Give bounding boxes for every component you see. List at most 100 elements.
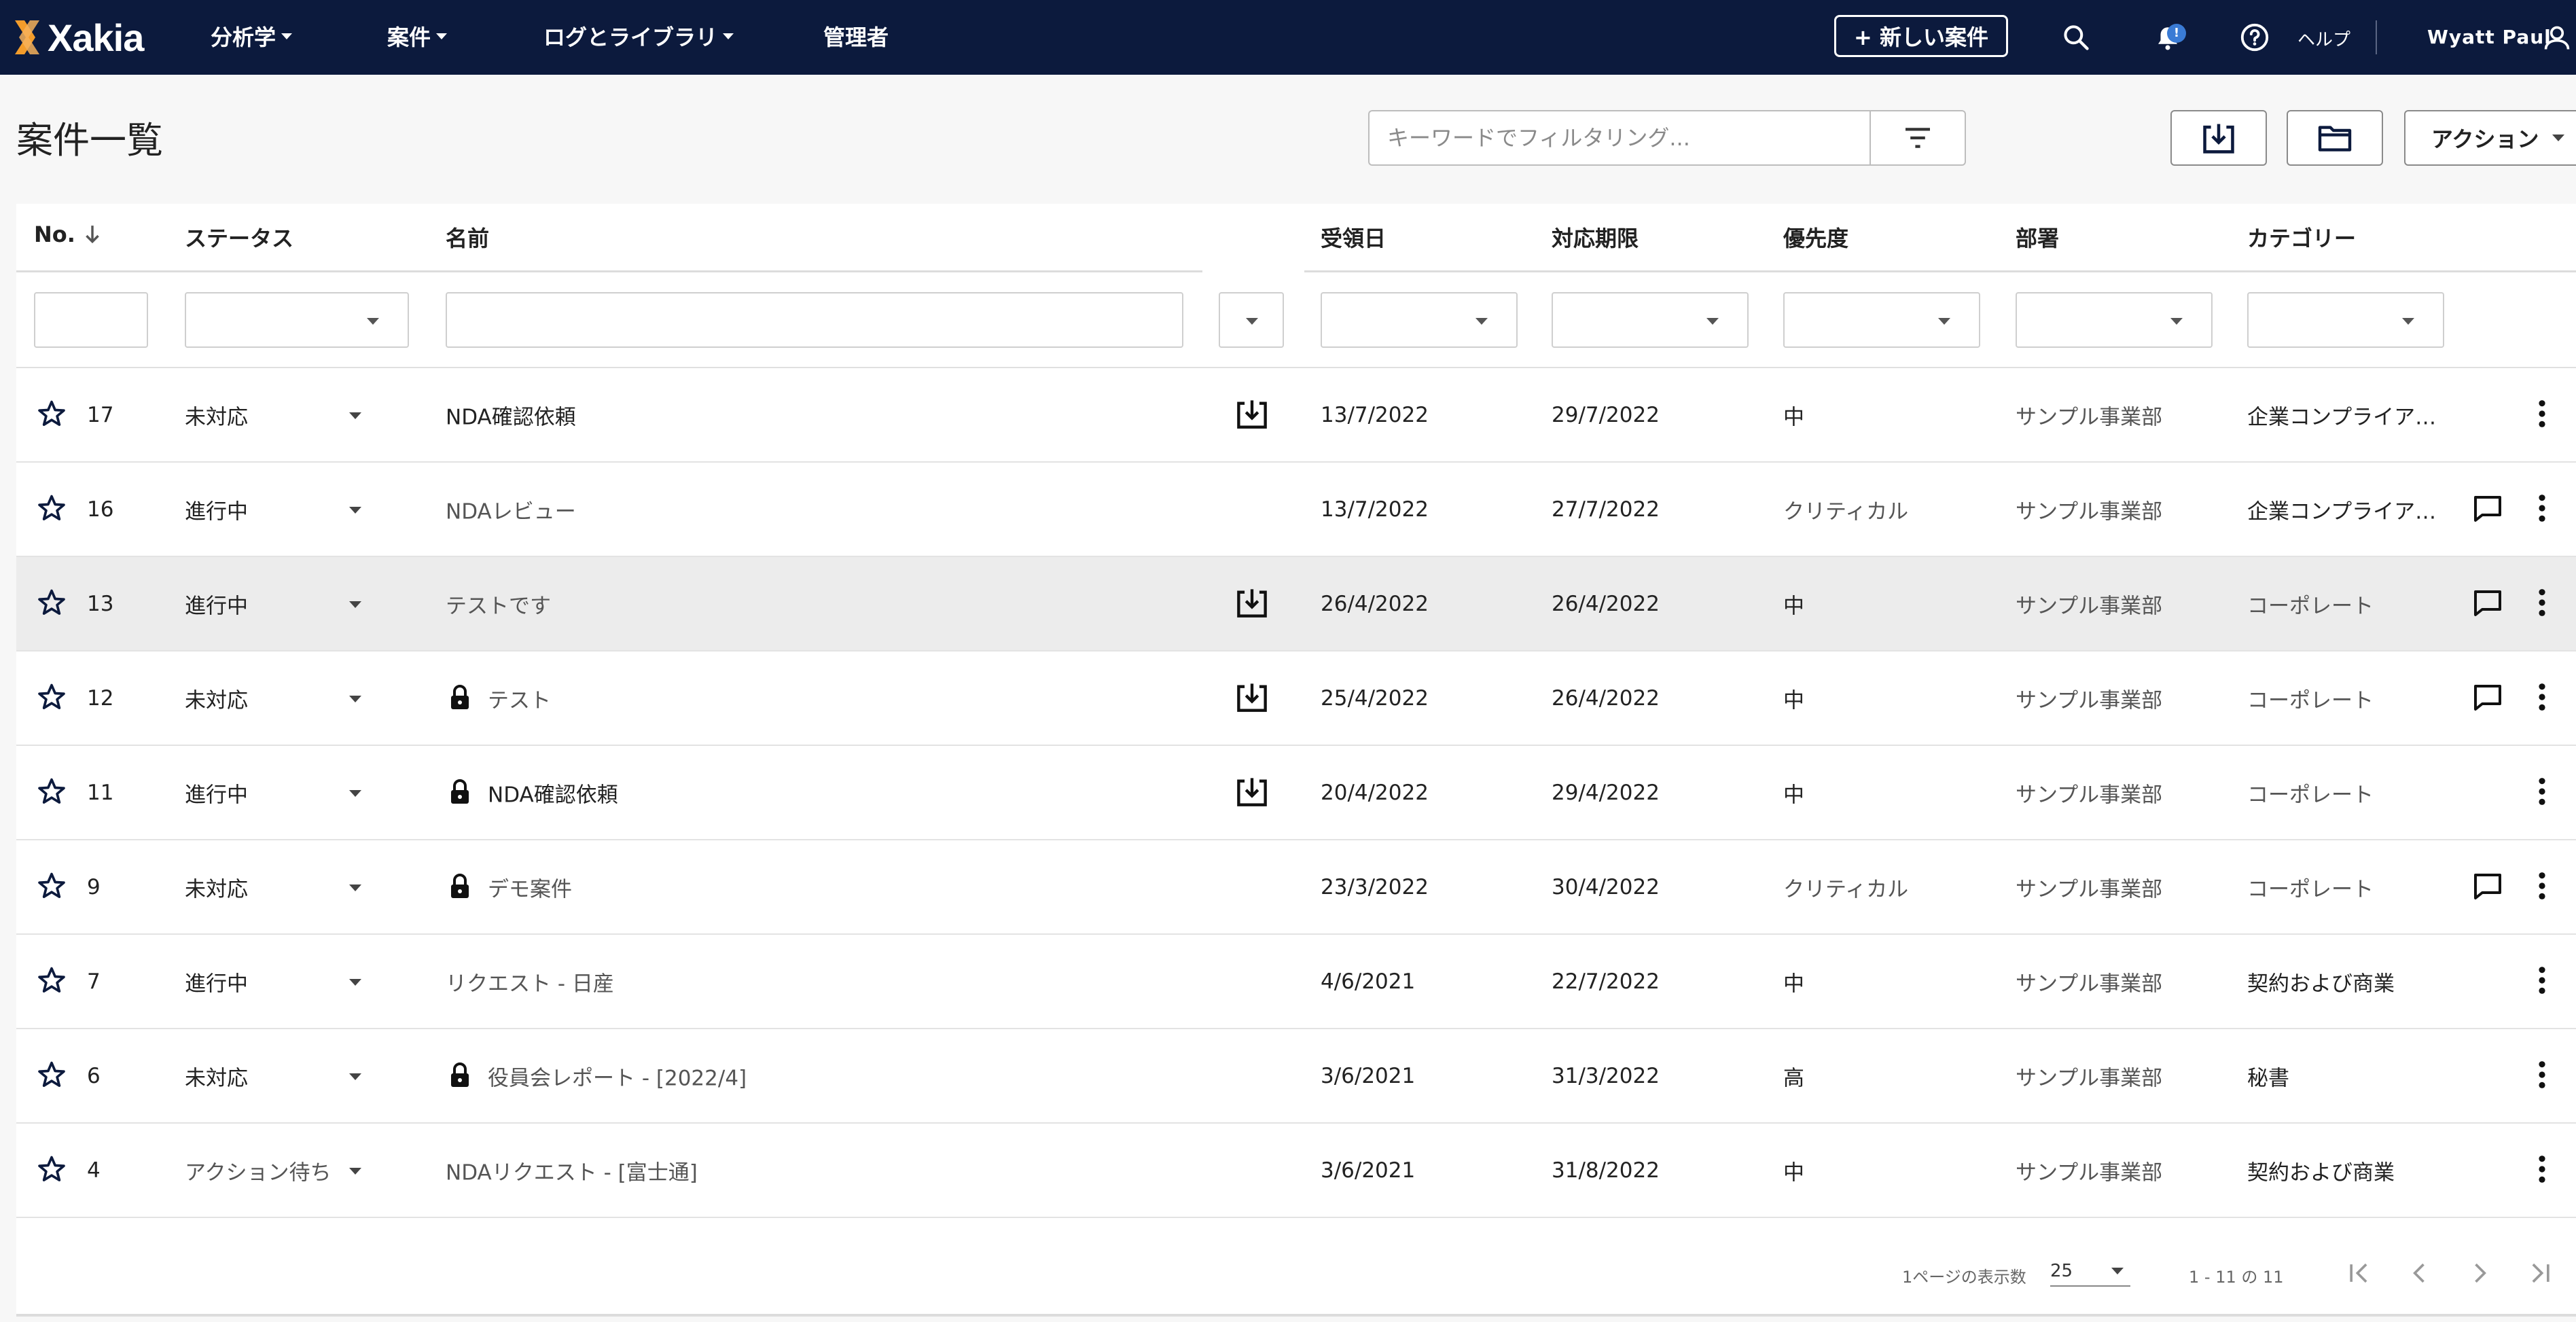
- row-name[interactable]: NDA確認依頼: [488, 777, 618, 808]
- row-no[interactable]: 6: [87, 1064, 101, 1088]
- table-row[interactable]: 13 進行中 テストです 26/4/2022 26/4/2022 中 サンプル事業部 コーポレ…: [16, 557, 2576, 651]
- last-page-icon[interactable]: [2524, 1258, 2554, 1288]
- star-favorite-icon[interactable]: [37, 1154, 67, 1187]
- star-favorite-icon[interactable]: [37, 682, 67, 715]
- nav-cases[interactable]: 案件: [387, 20, 448, 52]
- comment-icon[interactable]: [2471, 588, 2504, 620]
- row-name[interactable]: NDAリクエスト - [富士通]: [446, 1155, 698, 1185]
- more-options-icon[interactable]: [2537, 681, 2547, 715]
- star-favorite-icon[interactable]: [37, 399, 67, 431]
- download-tray-icon[interactable]: [1234, 586, 1270, 622]
- status-dropdown-icon[interactable]: [349, 884, 361, 891]
- row-no[interactable]: 17: [87, 403, 113, 427]
- user-icon[interactable]: [2542, 23, 2572, 53]
- star-favorite-icon[interactable]: [37, 588, 67, 620]
- help-label[interactable]: ヘルプ: [2297, 26, 2350, 51]
- row-name[interactable]: リクエスト - 日産: [446, 966, 614, 997]
- user-name[interactable]: Wyatt Paul: [2427, 26, 2552, 48]
- star-favorite-icon[interactable]: [37, 493, 67, 526]
- help-icon[interactable]: [2239, 22, 2270, 53]
- table-row[interactable]: 12 未対応 テスト 25/4/2022 26/4/2022 中 サンプル事業部 コーポレート: [16, 651, 2576, 746]
- status-dropdown-icon[interactable]: [349, 412, 361, 419]
- filter-status-select[interactable]: [185, 292, 409, 348]
- table-row[interactable]: 4 アクション待ち NDAリクエスト - [富士通] 3/6/2021 31/8/202…: [16, 1124, 2576, 1218]
- nav-logs-library[interactable]: ログとライブラリ: [543, 20, 734, 52]
- filter-due-select[interactable]: [1552, 292, 1749, 348]
- status-dropdown-icon[interactable]: [349, 1073, 361, 1080]
- row-name[interactable]: テスト: [488, 683, 551, 713]
- filter-no-input[interactable]: [34, 292, 148, 348]
- row-status[interactable]: 進行中: [185, 588, 248, 619]
- download-tray-icon[interactable]: [1234, 681, 1270, 716]
- row-status[interactable]: 未対応: [185, 399, 248, 430]
- status-dropdown-icon[interactable]: [349, 1167, 361, 1175]
- more-options-icon[interactable]: [2537, 398, 2547, 432]
- row-name[interactable]: テストです: [446, 588, 551, 619]
- table-row[interactable]: 16 進行中 NDAレビュー 13/7/2022 27/7/2022 クリティカル サンプル…: [16, 463, 2576, 557]
- row-no[interactable]: 7: [87, 969, 101, 994]
- download-tray-icon[interactable]: [1234, 775, 1270, 810]
- folder-button[interactable]: [2287, 110, 2383, 166]
- row-status[interactable]: 未対応: [185, 1060, 248, 1091]
- filter-received-select[interactable]: [1321, 292, 1518, 348]
- status-dropdown-icon[interactable]: [349, 789, 361, 797]
- sort-arrow-down-icon[interactable]: [84, 224, 101, 245]
- row-name[interactable]: NDA確認依頼: [446, 399, 576, 430]
- col-header-status[interactable]: ステータス: [185, 221, 293, 253]
- col-header-name[interactable]: 名前: [446, 221, 489, 253]
- nav-analytics[interactable]: 分析学: [211, 20, 293, 52]
- new-case-button[interactable]: + 新しい案件: [1834, 15, 2008, 57]
- table-row[interactable]: 6 未対応 役員会レポート - [2022/4] 3/6/2021 31/3/2022 高…: [16, 1029, 2576, 1124]
- import-button[interactable]: [2170, 110, 2267, 166]
- row-status[interactable]: 進行中: [185, 966, 248, 997]
- star-favorite-icon[interactable]: [37, 965, 67, 998]
- row-no[interactable]: 4: [87, 1158, 101, 1183]
- filter-name-input[interactable]: [446, 292, 1183, 348]
- per-page-select[interactable]: 25: [2050, 1255, 2130, 1287]
- table-row[interactable]: 7 進行中 リクエスト - 日産 4/6/2021 22/7/2022 中 サンプル事業部 契…: [16, 935, 2576, 1029]
- actions-dropdown[interactable]: アクション: [2404, 110, 2576, 166]
- row-no[interactable]: 11: [87, 781, 113, 805]
- row-name[interactable]: デモ案件: [488, 872, 572, 902]
- xakia-logo[interactable]: Xakia: [15, 14, 144, 61]
- status-dropdown-icon[interactable]: [349, 978, 361, 986]
- row-name[interactable]: NDAレビュー: [446, 494, 576, 524]
- row-name[interactable]: 役員会レポート - [2022/4]: [488, 1060, 747, 1091]
- comment-icon[interactable]: [2471, 871, 2504, 904]
- status-dropdown-icon[interactable]: [349, 506, 361, 514]
- more-options-icon[interactable]: [2537, 1059, 2547, 1093]
- table-row[interactable]: 11 進行中 NDA確認依頼 20/4/2022 29/4/2022 中 サンプル事業部 コー…: [16, 746, 2576, 840]
- star-favorite-icon[interactable]: [37, 1060, 67, 1092]
- next-page-icon[interactable]: [2465, 1258, 2494, 1288]
- col-header-received[interactable]: 受領日: [1321, 221, 1386, 253]
- row-no[interactable]: 9: [87, 875, 101, 899]
- keyword-filter-input[interactable]: [1368, 110, 1871, 166]
- col-header-category[interactable]: カテゴリー: [2247, 221, 2356, 253]
- more-options-icon[interactable]: [2537, 587, 2547, 621]
- filter-priority-select[interactable]: [1783, 292, 1980, 348]
- filter-attachment-select[interactable]: [1219, 292, 1284, 348]
- nav-admin[interactable]: 管理者: [823, 20, 889, 52]
- filter-category-select[interactable]: [2247, 292, 2444, 348]
- col-header-due[interactable]: 対応期限: [1552, 221, 1639, 253]
- more-options-icon[interactable]: [2537, 965, 2547, 999]
- more-options-icon[interactable]: [2537, 870, 2547, 904]
- row-status[interactable]: 進行中: [185, 777, 248, 808]
- table-row[interactable]: 9 未対応 デモ案件 23/3/2022 30/4/2022 クリティカル サンプル事業部 コ…: [16, 840, 2576, 935]
- more-options-icon[interactable]: [2537, 493, 2547, 526]
- row-status[interactable]: 進行中: [185, 494, 248, 524]
- more-options-icon[interactable]: [2537, 776, 2547, 810]
- row-status[interactable]: 未対応: [185, 683, 248, 713]
- col-header-no[interactable]: No.: [34, 221, 101, 247]
- search-icon[interactable]: [2061, 22, 2091, 52]
- col-header-priority[interactable]: 優先度: [1783, 221, 1848, 253]
- row-no[interactable]: 16: [87, 497, 113, 522]
- filter-options-button[interactable]: [1870, 110, 1966, 166]
- star-favorite-icon[interactable]: [37, 871, 67, 904]
- star-favorite-icon[interactable]: [37, 776, 67, 809]
- filter-department-select[interactable]: [2016, 292, 2213, 348]
- status-dropdown-icon[interactable]: [349, 601, 361, 608]
- status-dropdown-icon[interactable]: [349, 695, 361, 702]
- row-no[interactable]: 12: [87, 686, 113, 711]
- previous-page-icon[interactable]: [2405, 1258, 2435, 1288]
